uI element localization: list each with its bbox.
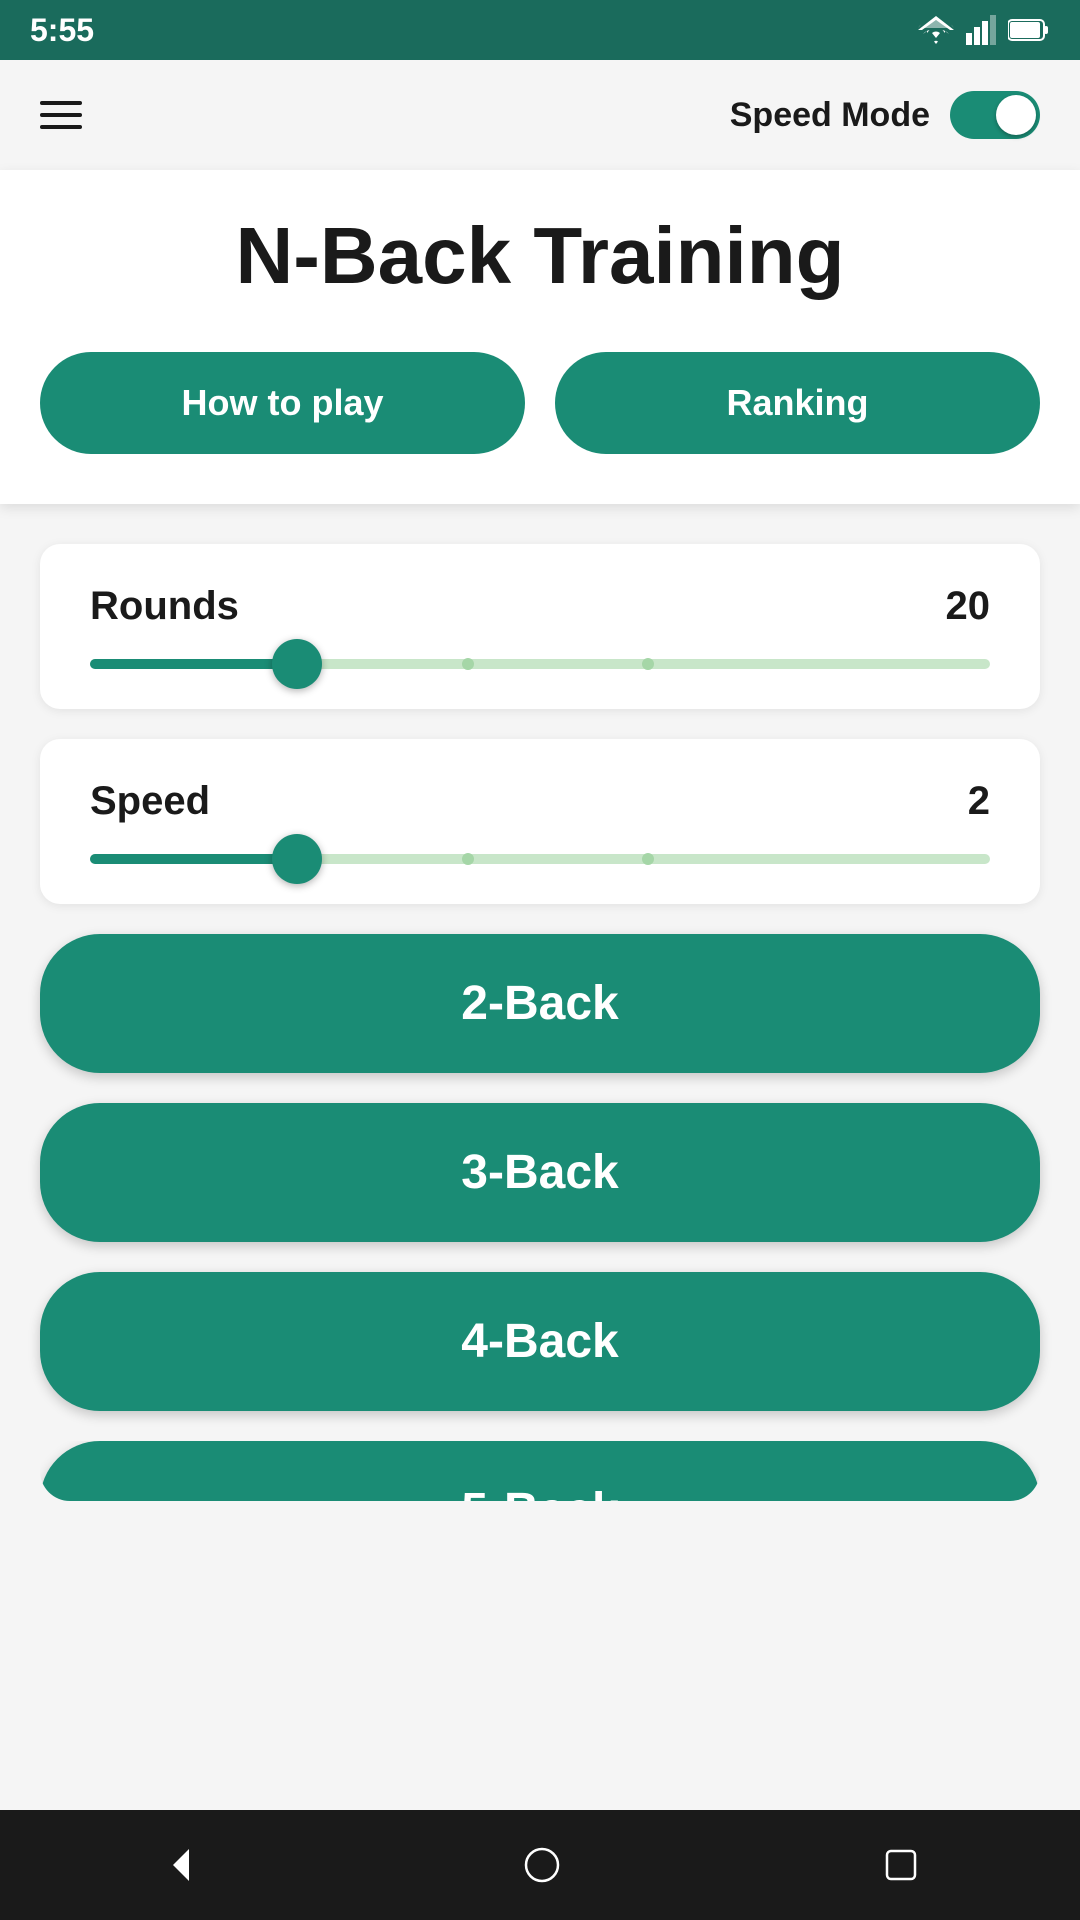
scroll-inner: Rounds 20 Speed 2 2-Back [0,504,1080,1501]
rounds-slider-dot-1 [462,658,474,670]
speed-slider-card: Speed 2 [40,739,1040,904]
rounds-slider-fill [90,659,297,669]
scroll-area: Rounds 20 Speed 2 2-Back [0,504,1080,1810]
speed-slider-fill [90,854,297,864]
header-card: N-Back Training How to play Ranking [0,170,1080,504]
signal-icon [966,15,996,45]
action-buttons: How to play Ranking [40,352,1040,454]
battery-icon [1008,18,1050,42]
back-nav-button[interactable] [161,1845,201,1885]
hamburger-line-1 [40,101,82,105]
5-back-partial-container: 5-Back [40,1441,1040,1501]
rounds-label: Rounds [90,584,239,629]
app-bar: Speed Mode [0,60,1080,170]
rounds-slider-track[interactable] [90,659,990,669]
speed-value: 2 [968,779,990,824]
back-icon [161,1845,201,1885]
speed-slider-track[interactable] [90,854,990,864]
wifi-icon [918,16,954,44]
hamburger-menu-button[interactable] [40,101,82,129]
rounds-slider-card: Rounds 20 [40,544,1040,709]
speed-label: Speed [90,779,210,824]
speed-mode-toggle[interactable] [950,91,1040,139]
recents-icon [883,1847,919,1883]
home-nav-button[interactable] [524,1847,560,1883]
rounds-slider-dot-2 [642,658,654,670]
rounds-value: 20 [946,584,991,629]
hamburger-line-3 [40,125,82,129]
how-to-play-button[interactable]: How to play [40,352,525,454]
recents-nav-button[interactable] [883,1847,919,1883]
speed-slider-thumb[interactable] [272,834,322,884]
status-bar: 5:55 [0,0,1080,60]
3-back-button[interactable]: 3-Back [40,1103,1040,1242]
2-back-button[interactable]: 2-Back [40,934,1040,1073]
rounds-slider-header: Rounds 20 [90,584,990,629]
speed-mode-container: Speed Mode [730,91,1040,139]
speed-slider-dot-1 [462,853,474,865]
bottom-nav [0,1810,1080,1920]
speed-slider-header: Speed 2 [90,779,990,824]
rounds-slider-thumb[interactable] [272,639,322,689]
hamburger-line-2 [40,113,82,117]
speed-mode-label: Speed Mode [730,96,930,135]
speed-slider-dot-2 [642,853,654,865]
5-back-button[interactable]: 5-Back [40,1441,1040,1501]
4-back-button[interactable]: 4-Back [40,1272,1040,1411]
status-time: 5:55 [30,12,94,49]
status-icons [918,15,1050,45]
home-icon [524,1847,560,1883]
ranking-button[interactable]: Ranking [555,352,1040,454]
app-title: N-Back Training [40,210,1040,302]
